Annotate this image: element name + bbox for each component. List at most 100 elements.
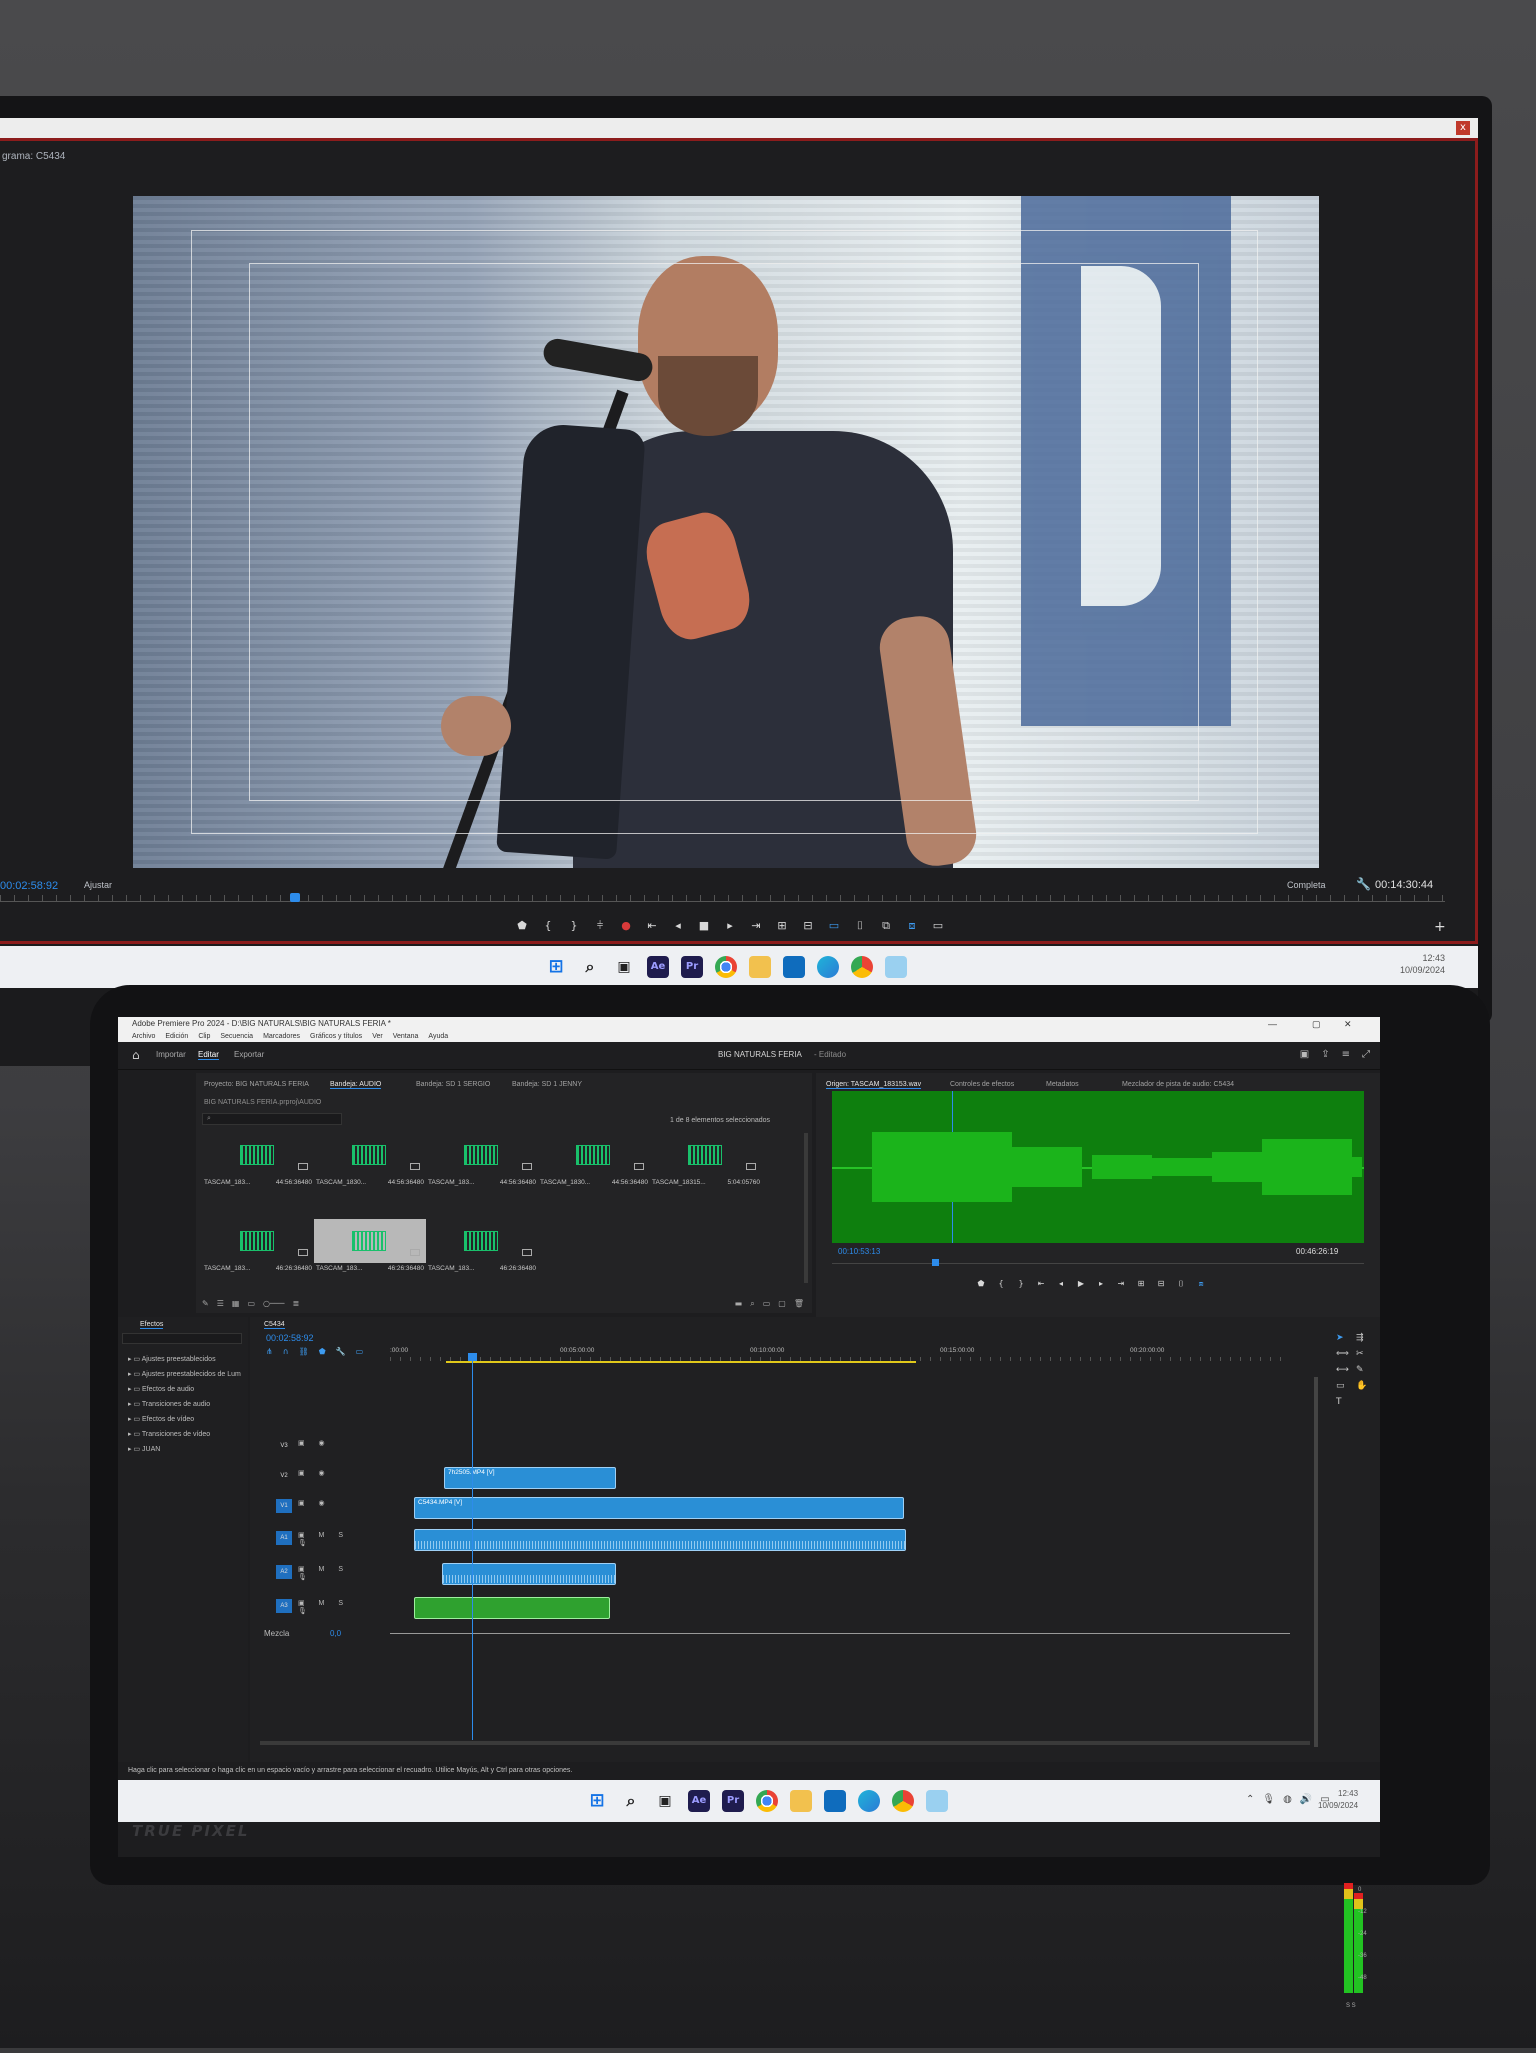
mark-out-icon[interactable]: } — [567, 919, 581, 933]
compare-icon[interactable]: ⧉ — [879, 919, 893, 933]
track-label[interactable]: V1 — [276, 1499, 292, 1513]
track-header[interactable]: V1 ▣ ◉ — [250, 1493, 370, 1517]
record-icon[interactable]: ● — [619, 919, 633, 933]
program-playhead[interactable] — [290, 893, 300, 902]
play-icon[interactable]: ▶ — [1076, 1279, 1086, 1289]
track-header[interactable]: A3 ▣ M S 🎙 — [250, 1593, 370, 1617]
window-close-icon[interactable]: ✕ — [1344, 1017, 1352, 1031]
mark-out-icon[interactable]: } — [1016, 1279, 1026, 1289]
search-icon[interactable]: ⌕ — [620, 1790, 642, 1812]
slip-icon[interactable]: ⟷ — [1336, 1365, 1350, 1375]
nest-icon[interactable]: ⋔ — [266, 1347, 273, 1356]
project-clip-item[interactable]: TASCAM_183... 46:26:36480 — [202, 1219, 314, 1277]
volume-icon[interactable]: 🔊 — [1300, 1794, 1312, 1805]
rectangle-tool-icon[interactable]: ▭ — [1336, 1381, 1350, 1391]
fullscreen-icon[interactable]: ⤢ — [1362, 1049, 1370, 1060]
menu-icon[interactable]: ≡ — [1342, 1049, 1350, 1060]
project-clip-item[interactable]: TASCAM_18315... 5:04:05760 — [650, 1133, 762, 1191]
effects-folder-item[interactable]: ▸ ▭ Transiciones de audio — [128, 1400, 210, 1408]
project-clip-item[interactable]: TASCAM_183... 46:26:36480 — [314, 1219, 426, 1277]
mark-in-icon[interactable]: { — [996, 1279, 1006, 1289]
sort-icon[interactable]: ≣ — [292, 1299, 299, 1308]
windows-start-icon[interactable]: ⊞ — [586, 1790, 608, 1812]
menu-item[interactable]: Ventana — [393, 1031, 419, 1042]
after-effects-icon[interactable]: Ae — [688, 1790, 710, 1812]
timeline-clip-a3[interactable] — [414, 1597, 610, 1619]
razor-icon[interactable]: ✂ — [1356, 1349, 1370, 1359]
hand-tool-icon[interactable]: ✋ — [1356, 1381, 1370, 1391]
menu-item[interactable]: Ayuda — [428, 1031, 448, 1042]
source-waveform[interactable] — [832, 1091, 1364, 1243]
tab-bin-sergio[interactable]: Bandeja: SD 1 SERGIO — [416, 1081, 490, 1088]
list-view-icon[interactable]: ☰ — [217, 1299, 224, 1308]
source-playhead[interactable] — [932, 1259, 939, 1266]
go-to-in-icon[interactable]: ⇤ — [645, 919, 659, 933]
tab-bin-jenny[interactable]: Bandeja: SD 1 JENNY — [512, 1081, 582, 1088]
new-item-icon[interactable]: ▢ — [778, 1299, 786, 1309]
timeline-timecode[interactable]: 00:02:58:92 — [266, 1333, 314, 1343]
step-back-icon[interactable]: ◂ — [671, 919, 685, 933]
settings-wrench-icon[interactable]: 🔧 — [336, 1347, 346, 1356]
tab-effect-controls[interactable]: Controles de efectos — [950, 1081, 1014, 1088]
microphone-icon[interactable]: 🎙 — [1262, 1794, 1275, 1805]
minimize-icon[interactable]: — — [1268, 1017, 1277, 1031]
track-controls[interactable]: ▣ M S 🎙 — [298, 1531, 370, 1547]
project-clip-item[interactable]: TASCAM_183... 44:56:36480 — [426, 1133, 538, 1191]
meter-solo-label[interactable]: S S — [1346, 2003, 1356, 2009]
pen-icon[interactable]: ✎ — [202, 1299, 209, 1308]
maximize-icon[interactable]: ▢ — [1312, 1017, 1321, 1031]
workspaces-icon[interactable]: ▣ — [1300, 1049, 1309, 1060]
premiere-icon[interactable]: Pr — [681, 956, 703, 978]
multicam-icon[interactable]: ⧈ — [1196, 1279, 1206, 1289]
tab-metadata[interactable]: Metadatos — [1046, 1081, 1079, 1088]
tab-source[interactable]: Origen: TASCAM_183153.wav — [826, 1081, 922, 1089]
edge-icon[interactable] — [817, 956, 839, 978]
share-icon[interactable]: ⇪ — [1321, 1049, 1329, 1060]
go-to-out-icon[interactable]: ⇥ — [749, 919, 763, 933]
track-controls[interactable]: ▣ ◉ — [298, 1439, 331, 1447]
zoom-fit-dropdown[interactable]: Ajustar — [84, 880, 112, 890]
add-marker-icon[interactable]: ⬟ — [319, 1347, 326, 1356]
track-label[interactable]: V3 — [276, 1439, 292, 1453]
search-icon[interactable]: ⌕ — [579, 956, 601, 978]
track-header[interactable]: A2 ▣ M S 🎙 — [250, 1559, 370, 1583]
search-input[interactable]: ⌕ — [202, 1113, 342, 1125]
extract-icon[interactable]: ⊟ — [801, 919, 815, 933]
effects-search-input[interactable] — [122, 1333, 242, 1344]
mark-in-icon[interactable]: { — [541, 919, 555, 933]
type-tool-icon[interactable]: T — [1336, 1397, 1350, 1407]
file-explorer-icon[interactable] — [749, 956, 771, 978]
track-controls[interactable]: ▣ M S 🎙 — [298, 1565, 370, 1581]
track-header[interactable]: V2 ▣ ◉ — [250, 1463, 370, 1487]
timeline-clip-v2[interactable]: 7h2505.MP4 [V] — [444, 1467, 616, 1489]
file-explorer-icon[interactable] — [790, 1790, 812, 1812]
effects-folder-item[interactable]: ▸ ▭ JUAN — [128, 1445, 160, 1453]
pen-tool-icon[interactable]: ✎ — [1356, 1365, 1370, 1375]
program-timecode[interactable]: 00:02:58:92 — [0, 880, 58, 892]
ripple-edit-icon[interactable]: ⟺ — [1336, 1349, 1350, 1359]
go-to-out-icon[interactable]: ⇥ — [1116, 1279, 1126, 1289]
project-clip-item[interactable]: TASCAM_1830... 44:56:36480 — [314, 1133, 426, 1191]
step-forward-icon[interactable]: ▸ — [1096, 1279, 1106, 1289]
photos-icon[interactable] — [926, 1790, 948, 1812]
project-scrollbar[interactable] — [804, 1133, 808, 1283]
project-clip-item[interactable]: TASCAM_183... 46:26:36480 — [426, 1219, 538, 1277]
timeline-horizontal-scrollbar[interactable] — [260, 1741, 1310, 1745]
source-time-ruler[interactable] — [832, 1263, 1364, 1264]
after-effects-icon[interactable]: Ae — [647, 956, 669, 978]
overwrite-icon[interactable]: ⊟ — [1156, 1279, 1166, 1289]
captions-icon[interactable]: ▭ — [356, 1347, 364, 1356]
menu-item[interactable]: Archivo — [132, 1031, 155, 1042]
timeline-clip-a2[interactable] — [442, 1563, 616, 1585]
track-controls[interactable]: ▣ M S 🎙 — [298, 1599, 370, 1615]
tab-edit[interactable]: Editar — [198, 1050, 219, 1060]
tab-export[interactable]: Exportar — [234, 1050, 264, 1059]
premiere-icon[interactable]: Pr — [722, 1790, 744, 1812]
go-to-in-icon[interactable]: ⇤ — [1036, 1279, 1046, 1289]
track-select-icon[interactable]: ⇶ — [1356, 1333, 1370, 1343]
windows-start-icon[interactable]: ⊞ — [545, 956, 567, 978]
track-label[interactable]: V2 — [276, 1469, 292, 1483]
task-view-icon[interactable]: ▣ — [613, 956, 635, 978]
insert-icon[interactable]: ⊞ — [1136, 1279, 1146, 1289]
effects-folder-item[interactable]: ▸ ▭ Efectos de audio — [128, 1385, 194, 1393]
